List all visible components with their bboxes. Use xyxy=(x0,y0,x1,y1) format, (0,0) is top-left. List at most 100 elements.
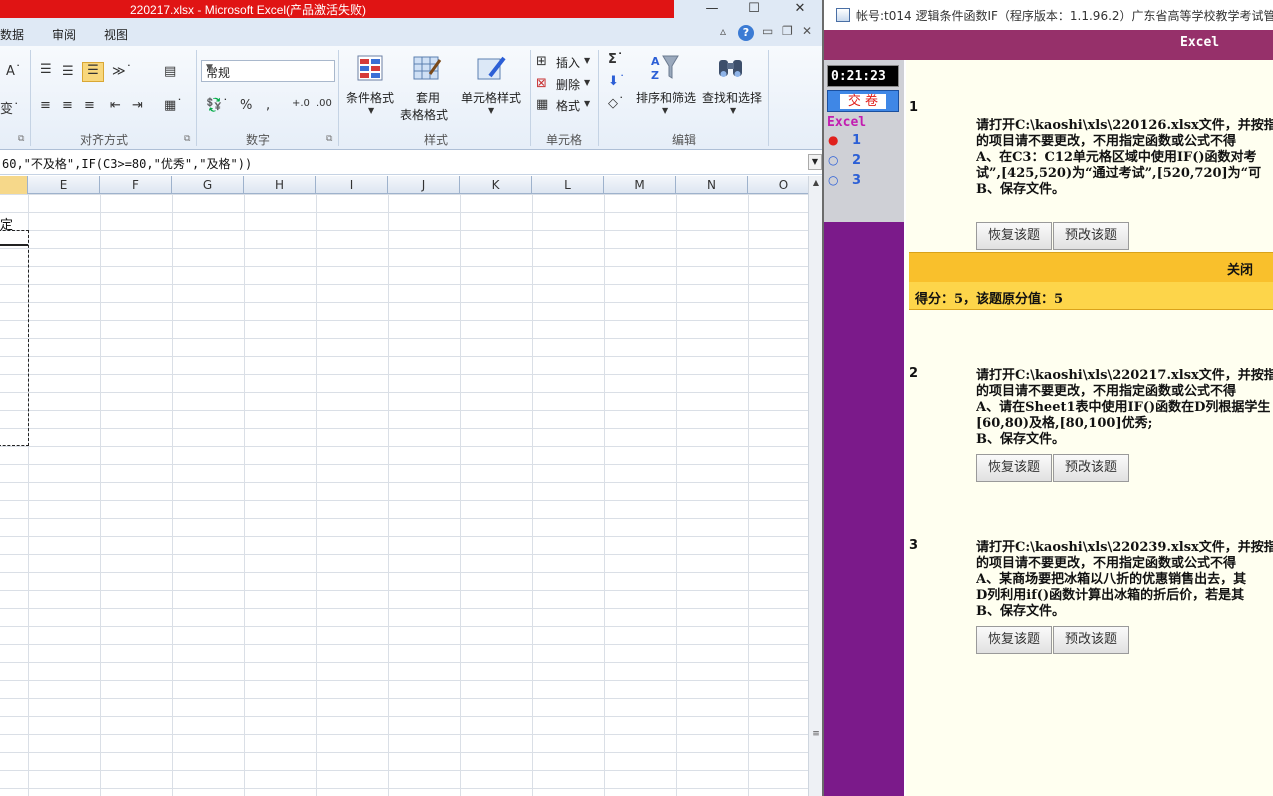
question-line: 请打开C:\kaoshi\xls\220217.xlsx文件，并按指定 xyxy=(976,368,1273,383)
find-select-button[interactable]: 查找和选择 xyxy=(702,89,762,106)
column-header[interactable]: H xyxy=(244,176,316,194)
column-header[interactable]: I xyxy=(316,176,388,194)
tab-data[interactable]: 数据 xyxy=(0,26,24,43)
group-label-alignment: 对齐方式 xyxy=(80,133,129,147)
exam-window-title: 帐号:t014 逻辑条件函数IF（程序版本：1.1.96.2）广东省高等学校教学… xyxy=(856,9,1273,23)
font-launcher-icon[interactable]: ⧉ xyxy=(18,134,24,144)
increase-decimal-icon[interactable]: +.0 xyxy=(292,98,310,109)
expand-formula-icon[interactable]: ▼ xyxy=(808,154,822,170)
increase-indent-icon[interactable]: ⇥ xyxy=(132,98,143,113)
column-header[interactable]: L xyxy=(532,176,604,194)
group-separator xyxy=(598,50,599,146)
column-header[interactable]: J xyxy=(388,176,460,194)
table-format-icon xyxy=(413,56,442,80)
formula-input[interactable]: 60,"不及格",IF(C3>=80,"优秀","及格")) xyxy=(2,155,252,172)
wrap-text-icon[interactable]: ▤ xyxy=(164,64,176,79)
text-direction-icon[interactable]: 变˙ xyxy=(0,98,20,117)
scroll-up-icon[interactable]: ▲ xyxy=(810,176,822,190)
tab-view[interactable]: 视图 xyxy=(104,26,128,43)
restore-question-1-button[interactable]: 恢复该题 xyxy=(976,222,1052,250)
question-list: 1 请打开C:\kaoshi\xls\220126.xlsx文件，并按指定 的项… xyxy=(906,60,1273,796)
svg-text:A: A xyxy=(651,55,660,68)
alignment-launcher-icon[interactable]: ⧉ xyxy=(184,134,190,144)
decrease-indent-icon[interactable]: ⇤ xyxy=(110,98,121,113)
currency-icon[interactable]: 💱˙ xyxy=(206,98,229,113)
number-format-select[interactable]: 常规 ▼ xyxy=(201,60,335,82)
merge-cells-icon[interactable]: ▦˙ xyxy=(164,98,183,113)
modify-question-2-button[interactable]: 预改该题 xyxy=(1053,454,1129,482)
maximize-icon[interactable]: ☐ xyxy=(740,0,768,18)
fill-icon[interactable]: ⬇˙ xyxy=(608,74,625,89)
autosum-icon[interactable]: Σ˙ xyxy=(608,52,623,67)
orientation-icon[interactable]: ≫˙ xyxy=(112,64,132,79)
exam-window: 帐号:t014 逻辑条件函数IF（程序版本：1.1.96.2）广东省高等学校教学… xyxy=(822,0,1273,796)
align-top-icon[interactable]: ☰ xyxy=(40,62,52,77)
question-line: [60,80)及格,[80,100]优秀; xyxy=(976,416,1153,431)
binoculars-icon xyxy=(719,60,742,77)
excel-window-title: 220217.xlsx - Microsoft Excel(产品激活失败) xyxy=(130,3,367,17)
nav-question-3[interactable]: ○ 3 xyxy=(828,173,861,188)
restore-question-3-button[interactable]: 恢复该题 xyxy=(976,626,1052,654)
clear-icon[interactable]: ◇˙ xyxy=(608,96,625,111)
column-header[interactable]: K xyxy=(460,176,532,194)
format-icon: ▦ xyxy=(536,97,549,112)
column-header-d[interactable] xyxy=(0,176,28,194)
ribbon-tabs: 数据 审阅 视图 ▵ ? ▭ ❐ ✕ xyxy=(0,20,822,46)
table-format-button[interactable]: 表格格式 xyxy=(400,106,448,123)
vertical-scrollbar[interactable]: ▲ ≡ xyxy=(808,176,822,796)
tab-review[interactable]: 审阅 xyxy=(52,26,76,43)
table-format-label-1[interactable]: 套用 xyxy=(416,89,440,106)
conditional-format-button[interactable]: 条件格式 xyxy=(346,89,394,106)
score-row: 得分：5，该题原分值：5 xyxy=(909,282,1273,310)
align-right-icon[interactable]: ≡ xyxy=(84,98,95,113)
question-line: 的项目请不要更改，不用指定函数或公式不得 xyxy=(976,384,1237,399)
worksheet-grid[interactable] xyxy=(0,194,808,796)
close-button[interactable]: 关闭 xyxy=(1227,259,1253,278)
doc-minimize-icon[interactable]: ▭ xyxy=(762,24,773,38)
question-line: A、请在Sheet1表中使用IF()函数在D列根据学生 xyxy=(976,400,1271,415)
nav-panel: 0:21:23 交 卷 Excel ● 1 ○ 2 ○ 3 xyxy=(824,60,904,222)
number-launcher-icon[interactable]: ⧉ xyxy=(326,134,332,144)
subject-title: Excel xyxy=(1180,35,1220,50)
close-icon[interactable]: ✕ xyxy=(786,0,814,18)
cell-style-icon xyxy=(477,56,506,80)
copy-selection-marquee xyxy=(0,230,29,446)
font-size-icon[interactable]: A˙ xyxy=(6,64,21,79)
help-icon[interactable]: ? xyxy=(738,25,754,41)
column-header[interactable]: G xyxy=(172,176,244,194)
modify-question-1-button[interactable]: 预改该题 xyxy=(1053,222,1129,250)
align-bottom-icon[interactable]: ☰ xyxy=(82,62,104,82)
doc-restore-icon[interactable]: ❐ xyxy=(782,24,793,38)
question-line: 的项目请不要更改，不用指定函数或公式不得 xyxy=(976,134,1237,149)
cell-style-button[interactable]: 单元格样式 xyxy=(461,89,521,106)
submit-exam-button[interactable]: 交 卷 xyxy=(827,90,899,112)
nav-question-2[interactable]: ○ 2 xyxy=(828,153,861,168)
column-header[interactable]: N xyxy=(676,176,748,194)
percent-icon[interactable]: % xyxy=(240,98,252,113)
modify-question-3-button[interactable]: 预改该题 xyxy=(1053,626,1129,654)
group-separator xyxy=(768,50,769,146)
minimize-icon[interactable]: — xyxy=(698,0,726,18)
scroll-thumb[interactable]: ≡ xyxy=(811,729,821,741)
column-header[interactable]: F xyxy=(100,176,172,194)
doc-close-icon[interactable]: ✕ xyxy=(802,24,812,38)
column-header[interactable]: E xyxy=(28,176,100,194)
chevron-down-icon: ▼ xyxy=(488,106,495,115)
format-button[interactable]: 格式 xyxy=(556,97,580,114)
nav-section-excel[interactable]: Excel xyxy=(827,115,866,130)
comma-icon[interactable]: , xyxy=(266,98,270,113)
align-center-icon[interactable]: ≡ xyxy=(62,98,73,113)
sort-filter-button[interactable]: 排序和筛选 xyxy=(636,89,696,106)
delete-button[interactable]: 删除 xyxy=(556,76,580,93)
collapse-ribbon-icon[interactable]: ▵ xyxy=(720,24,726,38)
column-header[interactable]: M xyxy=(604,176,676,194)
align-left-icon[interactable]: ≡ xyxy=(40,98,51,113)
group-label-number: 数字 xyxy=(246,133,271,147)
nav-question-1[interactable]: ● 1 xyxy=(828,133,861,148)
restore-question-2-button[interactable]: 恢复该题 xyxy=(976,454,1052,482)
align-middle-icon[interactable]: ☰ xyxy=(62,64,74,79)
decrease-decimal-icon[interactable]: .00 xyxy=(316,98,332,109)
question-line: 请打开C:\kaoshi\xls\220239.xlsx文件，并按指定 xyxy=(976,540,1273,555)
group-separator xyxy=(196,50,197,146)
insert-button[interactable]: 插入 xyxy=(556,54,580,71)
